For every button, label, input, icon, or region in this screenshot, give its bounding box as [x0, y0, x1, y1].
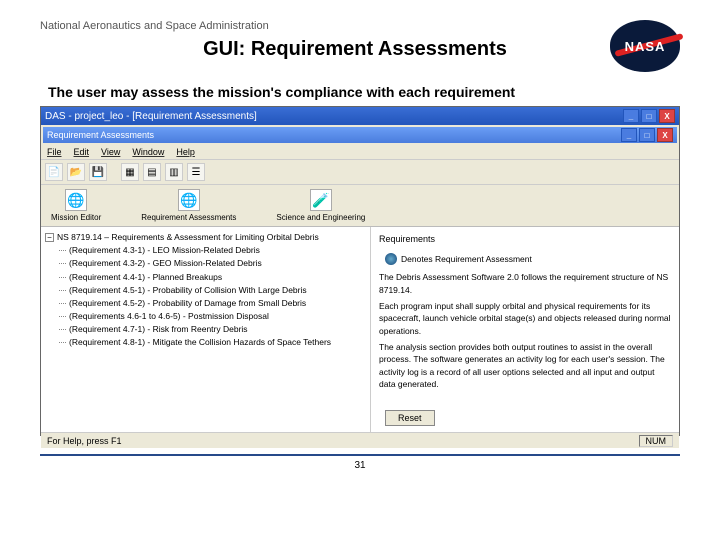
save-icon[interactable]: 💾 [89, 163, 107, 181]
open-icon[interactable]: 📂 [67, 163, 85, 181]
slide-subtitle: The user may assess the mission's compli… [48, 84, 680, 100]
maximize-button[interactable]: □ [641, 109, 657, 123]
module-label: Science and Engineering [276, 213, 365, 222]
inner-title: Requirement Assessments [47, 130, 619, 140]
menu-window[interactable]: Window [132, 147, 164, 157]
tree-root-label: NS 8719.14 – Requirements & Assessment f… [57, 231, 319, 244]
module-requirement-assessments[interactable]: 🌐 Requirement Assessments [141, 189, 236, 222]
menu-help[interactable]: Help [176, 147, 195, 157]
minimize-button[interactable]: _ [623, 109, 639, 123]
globe-icon [385, 253, 397, 265]
page-number: 31 [40, 460, 680, 471]
tree-node[interactable]: (Requirement 4.3-1) - LEO Mission-Relate… [59, 244, 366, 257]
view1-icon[interactable]: ▦ [121, 163, 139, 181]
menu-file[interactable]: File [47, 147, 62, 157]
panel-body: The Debris Assessment Software 2.0 follo… [379, 271, 671, 404]
panel-heading: Requirements [379, 233, 671, 246]
view2-icon[interactable]: ▤ [143, 163, 161, 181]
panel-text: The Debris Assessment Software 2.0 follo… [379, 271, 671, 296]
footer-rule [40, 454, 680, 456]
view4-icon[interactable]: ☰ [187, 163, 205, 181]
flask-icon: 🧪 [310, 189, 332, 211]
requirements-tree[interactable]: − NS 8719.14 – Requirements & Assessment… [41, 227, 371, 432]
tree-node[interactable]: (Requirements 4.6-1 to 4.6-5) - Postmiss… [59, 310, 366, 323]
new-icon[interactable]: 📄 [45, 163, 63, 181]
module-label: Requirement Assessments [141, 213, 236, 222]
legend-text: Denotes Requirement Assessment [401, 253, 532, 265]
menu-bar: File Edit View Window Help [41, 145, 679, 160]
globe-icon: 🌐 [178, 189, 200, 211]
tree-node[interactable]: (Requirement 4.5-1) - Probability of Col… [59, 284, 366, 297]
logo-text: NASA [625, 39, 666, 54]
close-button[interactable]: X [659, 109, 675, 123]
view3-icon[interactable]: ▥ [165, 163, 183, 181]
inner-maximize-button[interactable]: □ [639, 128, 655, 142]
tree-node[interactable]: (Requirement 4.3-2) - GEO Mission-Relate… [59, 257, 366, 270]
status-bar: For Help, press F1 NUM [41, 432, 679, 448]
detail-panel: Requirements Denotes Requirement Assessm… [371, 227, 679, 432]
status-help-text: For Help, press F1 [47, 436, 122, 446]
app-window: DAS - project_leo - [Requirement Assessm… [40, 106, 680, 436]
collapse-icon[interactable]: − [45, 233, 54, 242]
inner-minimize-button[interactable]: _ [621, 128, 637, 142]
module-science-engineering[interactable]: 🧪 Science and Engineering [276, 189, 365, 222]
reset-button[interactable]: Reset [385, 410, 435, 426]
module-mission-editor[interactable]: 🌐 Mission Editor [51, 189, 101, 222]
tree-node[interactable]: (Requirement 4.7-1) - Risk from Reentry … [59, 323, 366, 336]
org-name: National Aeronautics and Space Administr… [40, 20, 610, 32]
menu-edit[interactable]: Edit [74, 147, 90, 157]
tree-node[interactable]: (Requirement 4.4-1) - Planned Breakups [59, 271, 366, 284]
status-numlock: NUM [639, 435, 674, 447]
globe-icon: 🌐 [65, 189, 87, 211]
panel-text: The analysis section provides both outpu… [379, 341, 671, 390]
module-bar: 🌐 Mission Editor 🌐 Requirement Assessmen… [41, 185, 679, 227]
window-title: DAS - project_leo - [Requirement Assessm… [45, 111, 621, 122]
panel-text: Each program input shall supply orbital … [379, 300, 671, 337]
tree-node[interactable]: (Requirement 4.5-2) - Probability of Dam… [59, 297, 366, 310]
panel-legend: Denotes Requirement Assessment [385, 253, 671, 265]
toolbar: 📄 📂 💾 ▦ ▤ ▥ ☰ [41, 160, 679, 185]
module-label: Mission Editor [51, 213, 101, 222]
tree-node[interactable]: (Requirement 4.8-1) - Mitigate the Colli… [59, 336, 366, 349]
menu-view[interactable]: View [101, 147, 120, 157]
inner-titlebar: Requirement Assessments _ □ X [43, 127, 677, 143]
window-titlebar: DAS - project_leo - [Requirement Assessm… [41, 107, 679, 125]
slide-title: GUI: Requirement Assessments [100, 38, 610, 61]
tree-root[interactable]: − NS 8719.14 – Requirements & Assessment… [45, 231, 366, 244]
nasa-logo: NASA [610, 20, 680, 72]
inner-close-button[interactable]: X [657, 128, 673, 142]
